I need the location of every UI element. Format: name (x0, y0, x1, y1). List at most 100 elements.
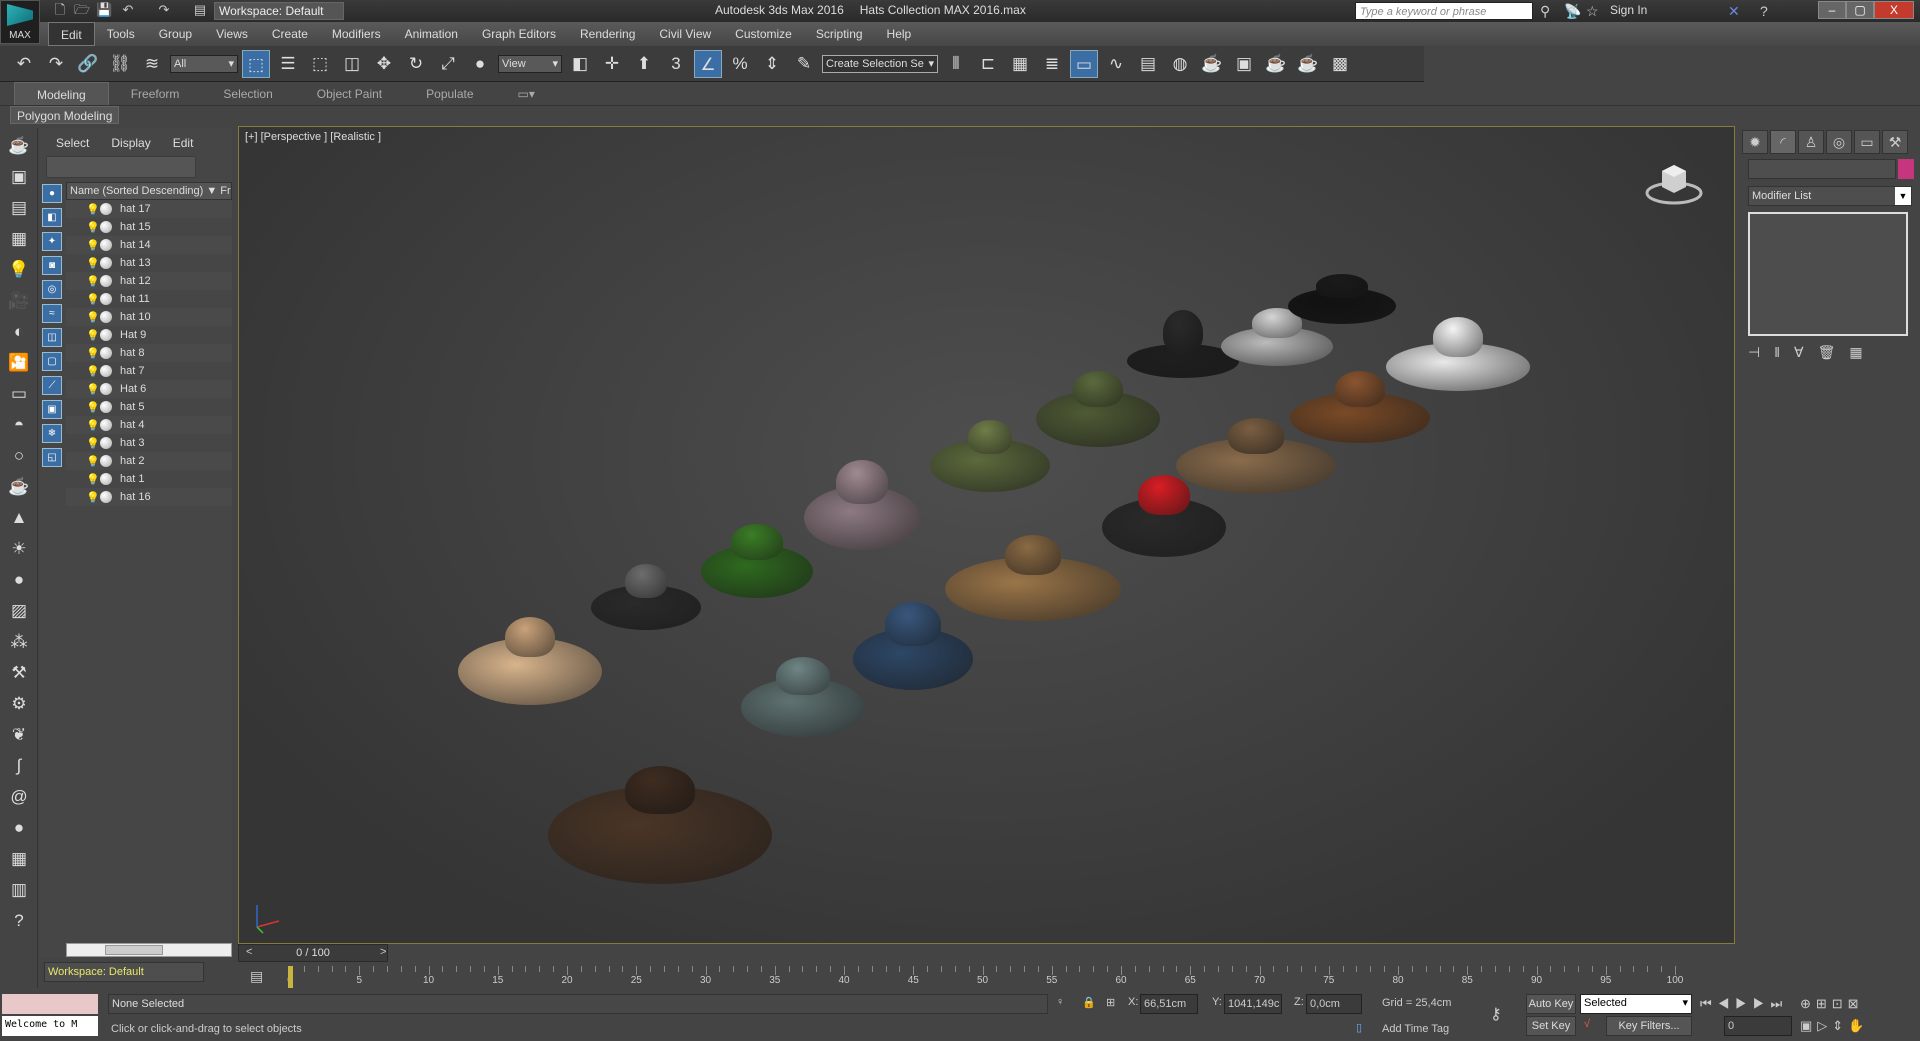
hair-icon[interactable]: ∫ (5, 753, 33, 779)
list-item[interactable]: 💡 hat 5 (66, 398, 232, 416)
next-frame-arrow-icon[interactable]: > (380, 946, 386, 958)
light-bulb-icon[interactable]: 💡 (86, 365, 100, 378)
frozen-filter-icon[interactable]: ❄ (42, 424, 62, 443)
list-item[interactable]: 💡 hat 11 (66, 290, 232, 308)
shell-icon[interactable]: @ (5, 784, 33, 810)
light-bulb-icon[interactable]: 💡 (86, 473, 100, 486)
mini-curve-editor-icon[interactable]: ▤ (250, 968, 263, 985)
prev-frame-arrow-icon[interactable]: < (246, 946, 252, 958)
maxscript-output[interactable]: Welcome to M (2, 1016, 98, 1036)
add-time-tag[interactable]: Add Time Tag (1382, 1023, 1449, 1035)
snaps-toggle[interactable]: 3 (662, 50, 690, 78)
set-key-button[interactable]: Set Key (1526, 1016, 1576, 1036)
workspace-dropdown[interactable]: Workspace: Default (214, 2, 344, 20)
menu-animation[interactable]: Animation (393, 22, 470, 46)
tab-modeling[interactable]: Modeling (14, 82, 109, 105)
light-bulb-icon[interactable]: 💡 (86, 311, 100, 324)
explorer-menu-display[interactable]: Display (111, 136, 150, 150)
select-object-icon[interactable]: ⬚ (242, 49, 270, 78)
menu-group[interactable]: Group (147, 22, 204, 46)
light-bulb-icon[interactable]: 💡 (86, 491, 100, 504)
key-filters-button[interactable]: Key Filters... (1606, 1016, 1692, 1036)
favorites-star-icon[interactable]: ☆ (1586, 2, 1599, 20)
lights-filter-icon[interactable]: ✦ (42, 232, 62, 251)
menu-rendering[interactable]: Rendering (568, 22, 647, 46)
object-visibility-icon[interactable] (100, 383, 112, 395)
explorer-search-input[interactable] (46, 156, 196, 178)
perspective-viewport[interactable]: [+] [Perspective ] [Realistic ] (238, 126, 1735, 944)
light-lister-icon[interactable]: 💡 (5, 257, 33, 283)
undo-icon[interactable]: ↶ (120, 2, 136, 18)
angle-snap-icon[interactable]: ∠ (694, 49, 722, 78)
window-crossing-icon[interactable]: ◫ (338, 50, 366, 78)
object-visibility-icon[interactable] (100, 473, 112, 485)
camo-cap[interactable] (1036, 371, 1160, 451)
grey-fedora[interactable] (591, 563, 701, 633)
hidden-filter-icon[interactable]: ◱ (42, 448, 62, 467)
wire-teapot-icon[interactable]: ☕ (5, 474, 33, 500)
menu-create[interactable]: Create (260, 22, 320, 46)
particles-icon[interactable]: ⁂ (5, 629, 33, 655)
cone-icon[interactable]: ▲ (5, 505, 33, 531)
columns-icon[interactable]: ▥ (5, 877, 33, 903)
list-item[interactable]: 💡 hat 16 (66, 488, 232, 506)
modifier-stack[interactable] (1748, 212, 1908, 336)
plaid-cap[interactable] (804, 460, 920, 555)
object-visibility-icon[interactable] (100, 401, 112, 413)
set-key-mode-icon[interactable]: ⚷ (1490, 1004, 1502, 1024)
object-visibility-icon[interactable] (100, 293, 112, 305)
list-item[interactable]: 💡 hat 13 (66, 254, 232, 272)
polygon-modeling-panel[interactable]: Polygon Modeling (10, 106, 120, 124)
viewport-nav-controls-2[interactable]: ▣▷⇕✋ (1800, 1018, 1869, 1034)
object-visibility-icon[interactable] (100, 311, 112, 323)
explorer-workspace-dropdown[interactable]: Workspace: Default (44, 962, 204, 982)
police-cap[interactable] (1288, 274, 1396, 327)
unlink-icon[interactable]: ⛓ (106, 50, 134, 78)
scene-explorer-toggle-icon[interactable]: ▭ (1070, 49, 1098, 78)
minimize-button[interactable]: – (1818, 1, 1846, 19)
selection-filter-dropdown[interactable]: All (170, 54, 238, 73)
list-item[interactable]: 💡 hat 3 (66, 434, 232, 452)
light-bulb-icon[interactable]: 💡 (86, 383, 100, 396)
object-visibility-icon[interactable] (100, 365, 112, 377)
display-tab-icon[interactable]: ▭ (1854, 130, 1880, 154)
new-file-icon[interactable]: 🗋 (52, 2, 68, 18)
teapot-icon[interactable]: ☕ (5, 133, 33, 159)
render-production-icon[interactable]: ☕ (1262, 50, 1290, 78)
modify-tab-icon[interactable]: ◜ (1770, 130, 1796, 154)
groups-filter-icon[interactable]: ◫ (42, 328, 62, 347)
named-selection-icon[interactable]: ✎ (790, 50, 818, 78)
ball-icon[interactable]: ● (5, 567, 33, 593)
time-tag-icon[interactable]: ▯ (1356, 1021, 1362, 1034)
table-view-icon[interactable]: ▦ (5, 226, 33, 252)
gear-icon[interactable]: ⚙ (5, 691, 33, 717)
manipulate-icon[interactable]: ✛ (598, 50, 626, 78)
spacewarps-filter-icon[interactable]: ≈ (42, 304, 62, 323)
make-unique-icon[interactable]: ∀ (1794, 344, 1804, 361)
place-icon[interactable]: ● (466, 50, 494, 78)
hemisphere-icon[interactable]: ◓ (5, 412, 33, 438)
frozen-column-header[interactable]: Fr (220, 185, 230, 197)
menu-scripting[interactable]: Scripting (804, 22, 875, 46)
ribbon-options-icon[interactable]: ▭▾ (496, 82, 557, 105)
communication-center-icon[interactable]: 📡 (1564, 2, 1581, 20)
list-item[interactable]: 💡 hat 14 (66, 236, 232, 254)
render-in-cloud-icon[interactable]: ▩ (1326, 50, 1354, 78)
menu-civil-view[interactable]: Civil View (647, 22, 723, 46)
menu-tools[interactable]: Tools (95, 22, 147, 46)
object-visibility-icon[interactable] (100, 329, 112, 341)
red-camera-icon[interactable]: 🎦 (5, 350, 33, 376)
menu-edit[interactable]: Edit (48, 22, 95, 46)
grid-icon[interactable]: ▨ (5, 598, 33, 624)
menu-help[interactable]: Help (875, 22, 924, 46)
move-icon[interactable]: ✥ (370, 50, 398, 78)
xrefs-filter-icon[interactable]: ▢ (42, 352, 62, 371)
menu-views[interactable]: Views (204, 22, 260, 46)
layer-explorer-icon[interactable]: ▦ (1006, 50, 1034, 78)
object-visibility-icon[interactable] (100, 257, 112, 269)
grey-flat-cap[interactable] (741, 656, 865, 741)
material-editor-icon[interactable]: ◍ (1166, 50, 1194, 78)
utilities-tab-icon[interactable]: ⚒ (1882, 130, 1908, 154)
pivot-center-icon[interactable]: ◧ (566, 50, 594, 78)
object-visibility-icon[interactable] (100, 419, 112, 431)
